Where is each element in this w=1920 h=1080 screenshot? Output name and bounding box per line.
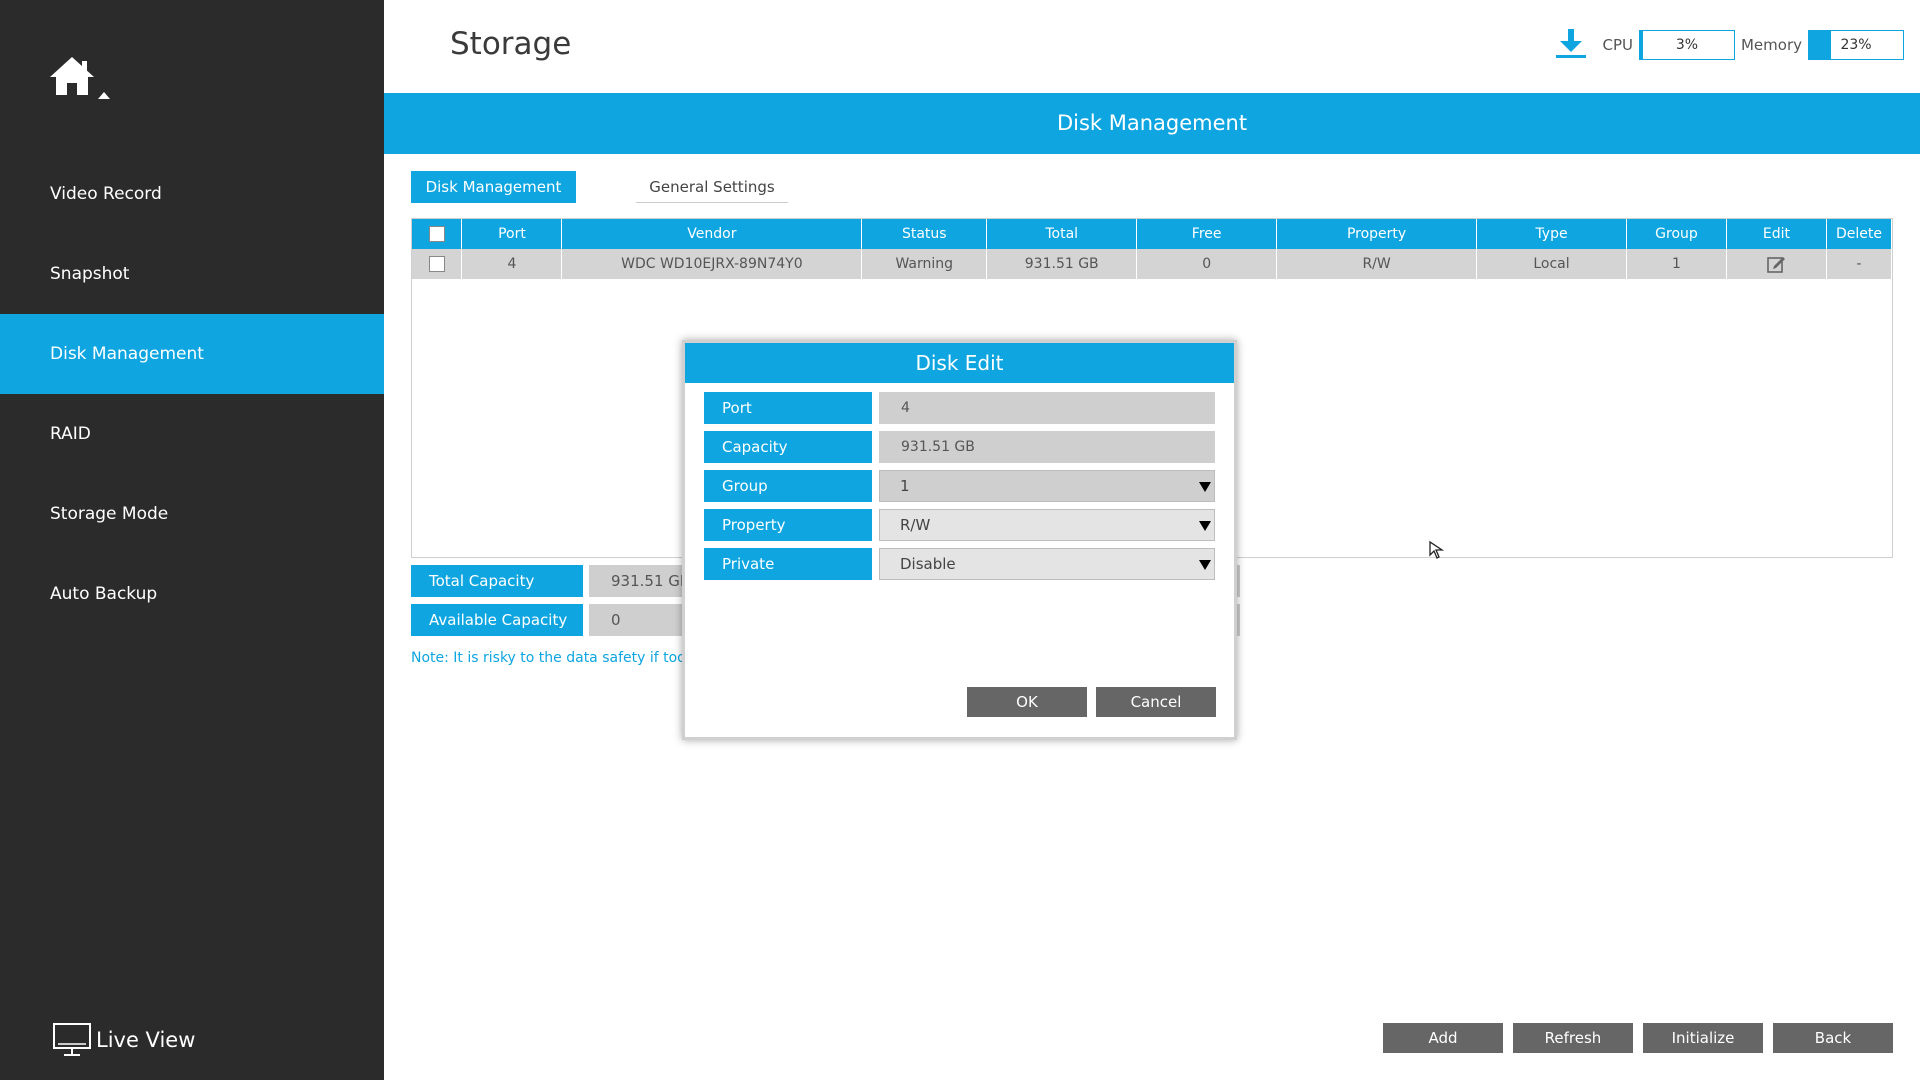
private-select-value: Disable [900, 555, 956, 573]
add-button[interactable]: Add [1383, 1023, 1503, 1053]
column-header-vendor: Vendor [561, 219, 863, 249]
tab-disk-management[interactable]: Disk Management [411, 171, 576, 203]
section-banner: Disk Management [384, 93, 1920, 154]
available-capacity-label: Available Capacity [411, 604, 583, 636]
capacity-note: Note: It is risky to the data safety if … [411, 650, 704, 666]
sidebar-item-video-record[interactable]: Video Record [0, 154, 384, 234]
column-header-property: Property [1276, 219, 1478, 249]
memory-value: 23% [1840, 37, 1872, 53]
refresh-button[interactable]: Refresh [1513, 1023, 1633, 1053]
select-all-header [412, 219, 463, 249]
sidebar-item-label: Video Record [50, 184, 162, 204]
cell-status: Warning [861, 249, 988, 279]
live-view-label: Live View [96, 1028, 196, 1052]
mouse-cursor-icon [1429, 540, 1445, 559]
dropdown-arrow-icon [1199, 521, 1211, 531]
memory-label: Memory [1740, 36, 1802, 54]
column-header-group: Group [1626, 219, 1727, 249]
cell-total: 931.51 GB [986, 249, 1138, 279]
sidebar-item-snapshot[interactable]: Snapshot [0, 234, 384, 314]
sidebar-item-label: Snapshot [50, 264, 130, 284]
group-label: Group [704, 470, 872, 502]
performance-monitor: CPU 3% Memory 23% [1554, 29, 1910, 61]
cell-edit [1726, 249, 1827, 279]
sidebar-item-raid[interactable]: RAID [0, 394, 384, 474]
group-select[interactable]: 1 [879, 470, 1215, 502]
cpu-meter: 3% [1638, 30, 1735, 60]
cancel-button[interactable]: Cancel [1096, 687, 1216, 717]
sidebar-item-disk-management[interactable]: Disk Management [0, 314, 384, 394]
sidebar-item-label: Storage Mode [50, 504, 169, 524]
cell-group: 1 [1626, 249, 1727, 279]
group-select-value: 1 [900, 477, 910, 495]
private-select[interactable]: Disable [879, 548, 1215, 580]
initialize-button[interactable]: Initialize [1643, 1023, 1763, 1053]
dropdown-arrow-icon [1199, 560, 1211, 570]
cell-property: R/W [1276, 249, 1478, 279]
memory-meter: 23% [1808, 30, 1904, 60]
property-label: Property [704, 509, 872, 541]
capacity-label: Capacity [704, 431, 872, 463]
column-header-status: Status [861, 219, 988, 249]
disk-edit-dialog: Disk Edit Port 4 Capacity 931.51 GB Grou… [682, 340, 1237, 740]
column-header-edit: Edit [1726, 219, 1827, 249]
cell-free: 0 [1136, 249, 1278, 279]
private-label: Private [704, 548, 872, 580]
dropdown-arrow-icon [1199, 482, 1211, 492]
cell-type: Local [1476, 249, 1627, 279]
capacity-field: 931.51 GB [879, 431, 1215, 463]
download-icon[interactable] [1554, 27, 1588, 63]
column-header-delete: Delete [1826, 219, 1893, 249]
edit-icon[interactable] [1766, 254, 1786, 274]
column-header-free: Free [1136, 219, 1278, 249]
table-header-row: Port Vendor Status Total Free Property T… [412, 219, 1893, 249]
monitor-icon [53, 1023, 91, 1056]
property-select[interactable]: R/W [879, 509, 1215, 541]
app-root: Video Record Snapshot Disk Management RA… [0, 0, 1920, 1080]
ok-button[interactable]: OK [967, 687, 1087, 717]
sidebar-item-label: Disk Management [50, 344, 204, 364]
column-header-port: Port [461, 219, 563, 249]
sidebar-item-storage-mode[interactable]: Storage Mode [0, 474, 384, 554]
total-capacity-label: Total Capacity [411, 565, 583, 597]
sidebar-item-label: Auto Backup [50, 584, 158, 604]
sidebar-item-label: RAID [50, 424, 91, 444]
table-row[interactable]: 4 WDC WD10EJRX-89N74Y0 Warning 931.51 GB… [412, 249, 1893, 279]
column-header-type: Type [1476, 219, 1627, 249]
select-all-checkbox[interactable] [428, 226, 445, 242]
cell-vendor: WDC WD10EJRX-89N74Y0 [561, 249, 863, 279]
port-label: Port [704, 392, 872, 424]
tab-general-settings[interactable]: General Settings [636, 171, 788, 203]
row-checkbox-cell [412, 249, 463, 279]
column-header-total: Total [986, 219, 1138, 249]
property-select-value: R/W [900, 516, 931, 534]
row-checkbox[interactable] [428, 256, 445, 272]
cpu-label: CPU [1602, 36, 1633, 54]
port-field: 4 [879, 392, 1215, 424]
cell-port: 4 [461, 249, 563, 279]
live-view-button[interactable]: Live View [52, 1020, 195, 1060]
cpu-value: 3% [1675, 37, 1699, 53]
page-title: Storage [450, 26, 572, 62]
back-button[interactable]: Back [1773, 1023, 1893, 1053]
sidebar-item-auto-backup[interactable]: Auto Backup [0, 554, 384, 634]
sidebar: Video Record Snapshot Disk Management RA… [0, 0, 384, 1080]
dialog-title: Disk Edit [685, 343, 1234, 383]
home-icon[interactable] [48, 55, 112, 105]
cell-delete: - [1826, 249, 1893, 279]
